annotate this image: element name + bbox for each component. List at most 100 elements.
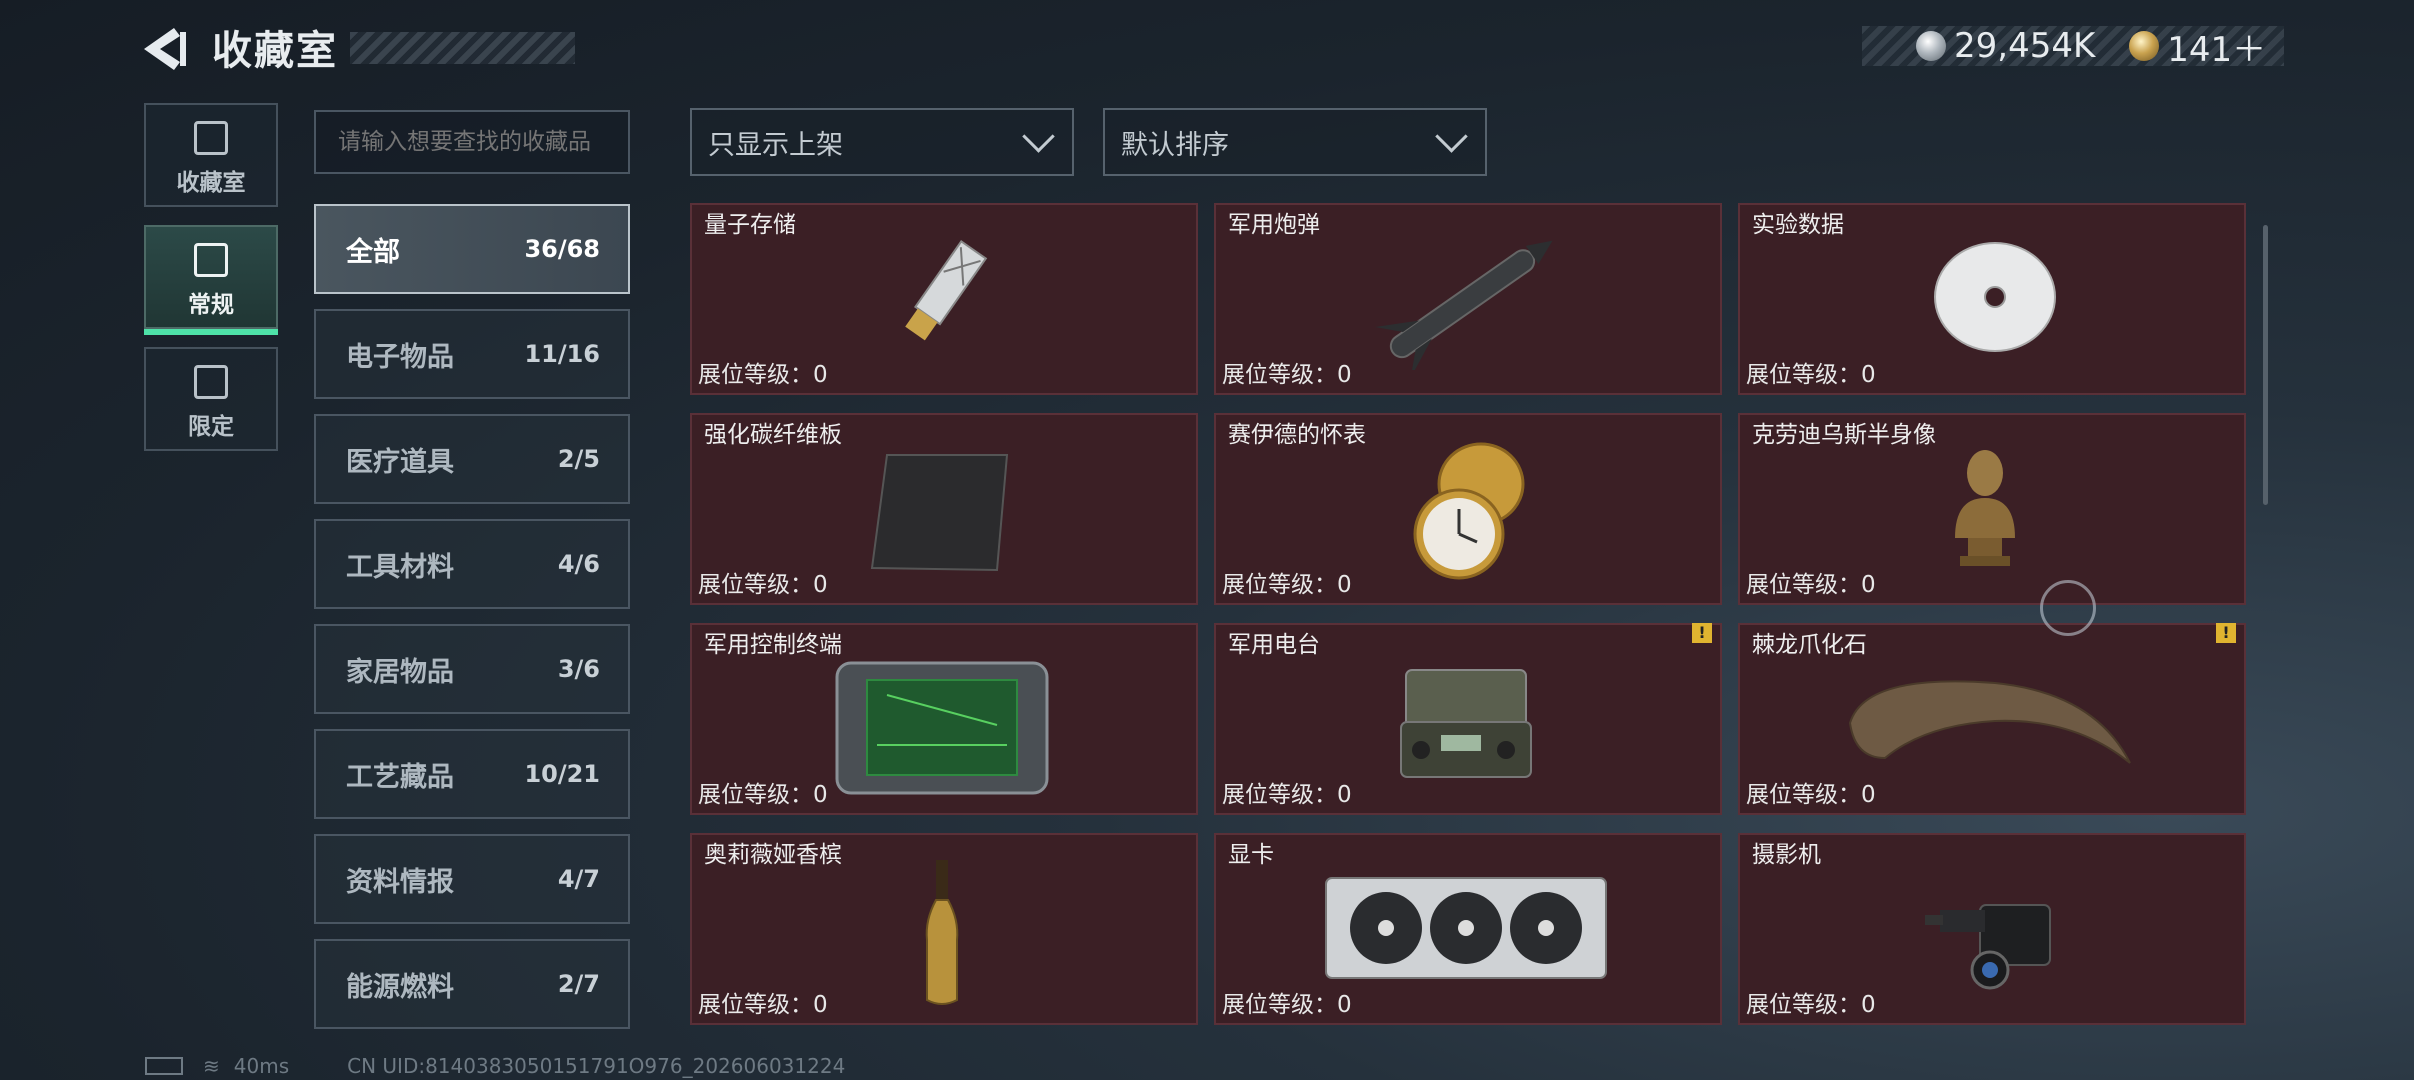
category-name: 全部: [346, 236, 400, 268]
category-crafts[interactable]: 工艺藏品 10/21: [314, 729, 630, 819]
item-level: 展位等级：0: [1222, 362, 1352, 388]
category-count: 4/7: [557, 865, 600, 893]
usb-drive-icon: [905, 239, 988, 341]
category-energy[interactable]: 能源燃料 2/7: [314, 939, 630, 1029]
disc-icon: [1934, 242, 2056, 352]
item-card[interactable]: 克劳迪乌斯半身像 展位等级：0: [1738, 413, 2246, 605]
dropdown-value: 只显示上架: [708, 129, 843, 161]
category-name: 能源燃料: [346, 971, 454, 1003]
item-level: 展位等级：0: [1746, 992, 1876, 1018]
tab-collection-room[interactable]: 收藏室: [144, 103, 278, 207]
display-filter-dropdown[interactable]: 只显示上架: [690, 108, 1074, 176]
item-name: 军用电台: [1228, 632, 1320, 658]
camera-icon: [1925, 904, 2051, 990]
category-tools[interactable]: 工具材料 4/6: [314, 519, 630, 609]
item-name: 军用炮弹: [1228, 212, 1320, 238]
category-electronics[interactable]: 电子物品 11/16: [314, 309, 630, 399]
item-card[interactable]: 棘龙爪化石 ! 展位等级：0: [1738, 623, 2246, 815]
category-household[interactable]: 家居物品 3/6: [314, 624, 630, 714]
status-footer: ≋ 40ms CN UID:8140383050151791O976_20260…: [145, 1054, 845, 1078]
category-count: 2/5: [557, 445, 600, 473]
battery-icon: [145, 1057, 183, 1075]
chevron-down-icon: [1022, 119, 1055, 153]
wifi-icon: ≋: [203, 1054, 220, 1078]
silver-amount: 29,454K: [1954, 26, 2096, 66]
item-card[interactable]: 军用控制终端 展位等级：0: [690, 623, 1198, 815]
item-name: 棘龙爪化石: [1752, 632, 1867, 658]
tab-label: 常规: [188, 292, 234, 318]
item-name: 克劳迪乌斯半身像: [1752, 422, 1936, 448]
crosshair-icon: [2040, 580, 2096, 636]
category-medical[interactable]: 医疗道具 2/5: [314, 414, 630, 504]
item-name: 摄影机: [1752, 842, 1821, 868]
item-card[interactable]: 强化碳纤维板 展位等级：0: [690, 413, 1198, 605]
item-name: 军用控制终端: [704, 632, 842, 658]
silver-coin-icon: [1916, 31, 1946, 61]
page-title: 收藏室: [212, 28, 338, 74]
trophy-icon: [194, 121, 228, 155]
gold-amount[interactable]: 141＋: [2167, 22, 2266, 71]
claw-fossil-icon: [1848, 680, 2131, 764]
gold-coin-icon: [2129, 31, 2160, 61]
item-name: 显卡: [1228, 842, 1274, 868]
item-card[interactable]: 赛伊德的怀表 展位等级：0: [1214, 413, 1722, 605]
chevron-down-icon: [1435, 119, 1468, 153]
category-count: 10/21: [524, 760, 600, 788]
item-name: 实验数据: [1752, 212, 1844, 238]
dropdown-value: 默认排序: [1121, 129, 1229, 161]
item-level: 展位等级：0: [1746, 362, 1876, 388]
item-level: 展位等级：0: [698, 992, 828, 1018]
back-arrow-icon[interactable]: [140, 26, 190, 72]
category-name: 医疗道具: [346, 446, 454, 478]
item-name: 奥莉薇娅香槟: [704, 842, 842, 868]
alert-badge-icon: !: [1692, 623, 1712, 643]
title-decoration: [350, 32, 575, 64]
item-level: 展位等级：0: [698, 782, 828, 808]
item-card[interactable]: 显卡 展位等级：0: [1214, 833, 1722, 1025]
category-count: 4/6: [557, 550, 600, 578]
missile-icon: [1375, 240, 1553, 370]
tab-label: 限定: [188, 414, 234, 440]
carbon-plate-icon: [870, 454, 1009, 572]
champagne-icon: [925, 860, 959, 1005]
item-level: 展位等级：0: [1222, 572, 1352, 598]
item-level: 展位等级：0: [1746, 572, 1876, 598]
scrollbar[interactable]: [2263, 225, 2268, 505]
category-name: 电子物品: [346, 341, 454, 373]
tab-regular[interactable]: 常规: [144, 225, 278, 335]
category-name: 资料情报: [346, 866, 454, 898]
card-icon: [194, 243, 228, 277]
item-card[interactable]: 实验数据 展位等级：0: [1738, 203, 2246, 395]
item-card[interactable]: 奥莉薇娅香槟 展位等级：0: [690, 833, 1198, 1025]
item-card[interactable]: 摄影机 展位等级：0: [1738, 833, 2246, 1025]
currency-bar: 29,454K 141＋: [1862, 26, 2284, 70]
terminal-icon: [835, 661, 1049, 795]
item-card[interactable]: 军用电台 ! 展位等级：0: [1214, 623, 1722, 815]
item-level: 展位等级：0: [698, 572, 828, 598]
item-level: 展位等级：0: [1746, 782, 1876, 808]
category-count: 2/7: [557, 970, 600, 998]
sort-dropdown[interactable]: 默认排序: [1103, 108, 1487, 176]
item-card[interactable]: 军用炮弹 展位等级：0: [1214, 203, 1722, 395]
category-name: 家居物品: [346, 656, 454, 688]
item-card[interactable]: 量子存储 展位等级：0: [690, 203, 1198, 395]
search-input[interactable]: [314, 110, 630, 174]
tab-limited[interactable]: 限定: [144, 347, 278, 451]
gpu-icon: [1325, 877, 1607, 979]
item-name: 量子存储: [704, 212, 796, 238]
collection-grid: 量子存储 展位等级：0 军用炮弹 展位等级：0 实验数据 展位等级：0 强化碳纤…: [690, 203, 2246, 1038]
radio-icon: [1400, 669, 1532, 778]
card-icon: [194, 365, 228, 399]
tab-label: 收藏室: [176, 170, 246, 196]
item-level: 展位等级：0: [1222, 992, 1352, 1018]
category-name: 工具材料: [346, 551, 454, 583]
item-name: 强化碳纤维板: [704, 422, 842, 448]
pocket-watch-icon: [1413, 442, 1525, 580]
category-all[interactable]: 全部 36/68: [314, 204, 630, 294]
bust-icon: [1955, 450, 2015, 566]
alert-badge-icon: !: [2216, 623, 2236, 643]
category-intel[interactable]: 资料情报 4/7: [314, 834, 630, 924]
item-name: 赛伊德的怀表: [1228, 422, 1366, 448]
item-level: 展位等级：0: [698, 362, 828, 388]
uid-text: CN UID:8140383050151791O976_202606031224: [347, 1054, 846, 1078]
